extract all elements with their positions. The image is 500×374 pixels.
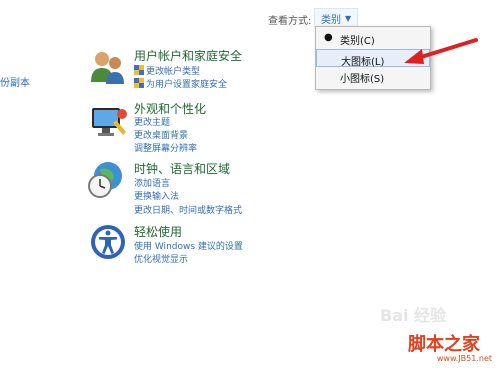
view-by-label: 查看方式: [268, 16, 312, 27]
shield-icon [134, 78, 144, 88]
left-fragment-text[interactable]: 份副本 [0, 74, 30, 89]
menu-item-small-icons[interactable]: 小图标(S) [316, 67, 430, 85]
chevron-down-icon: ▼ [345, 13, 352, 23]
link-change-desktop-background[interactable]: 更改桌面背景 [134, 128, 188, 141]
view-by-selected: 类别 [321, 14, 341, 26]
site-logo-watermark: 脚本之家 [408, 334, 480, 355]
view-by-dropdown[interactable]: 类别 ▼ [314, 8, 359, 28]
link-change-theme[interactable]: 更改主题 [134, 115, 170, 128]
link-family-safety[interactable]: 为用户设置家庭安全 [134, 77, 227, 90]
link-windows-recommended-settings[interactable]: 使用 Windows 建议的设置 [134, 239, 243, 252]
red-arrow-annotation [404, 38, 478, 64]
baidu-watermark: Bai 经验 [380, 306, 447, 325]
link-optimize-visual-display[interactable]: 优化视觉显示 [134, 252, 188, 265]
appearance-icon[interactable] [88, 102, 128, 142]
link-add-language[interactable]: 添加语言 [134, 176, 170, 189]
category-title-clock-language-region[interactable]: 时钟、语言和区域 [134, 160, 230, 177]
category-title-ease-of-access[interactable]: 轻松使用 [134, 223, 182, 240]
users-icon[interactable] [88, 48, 128, 88]
site-url-watermark: www.JB51.net [436, 354, 492, 363]
clock-globe-icon[interactable] [86, 160, 126, 200]
link-change-account-type[interactable]: 更改帐户类型 [134, 64, 200, 77]
selected-bullet-icon: ● [324, 32, 333, 43]
link-change-input-method[interactable]: 更换输入法 [134, 189, 179, 202]
shield-icon [134, 65, 144, 75]
link-adjust-resolution[interactable]: 调整屏幕分辨率 [134, 141, 197, 154]
category-title-user-accounts[interactable]: 用户帐户和家庭安全 [134, 47, 242, 64]
ease-of-access-icon[interactable] [88, 222, 128, 262]
link-change-date-time-format[interactable]: 更改日期、时间或数字格式 [134, 203, 242, 216]
